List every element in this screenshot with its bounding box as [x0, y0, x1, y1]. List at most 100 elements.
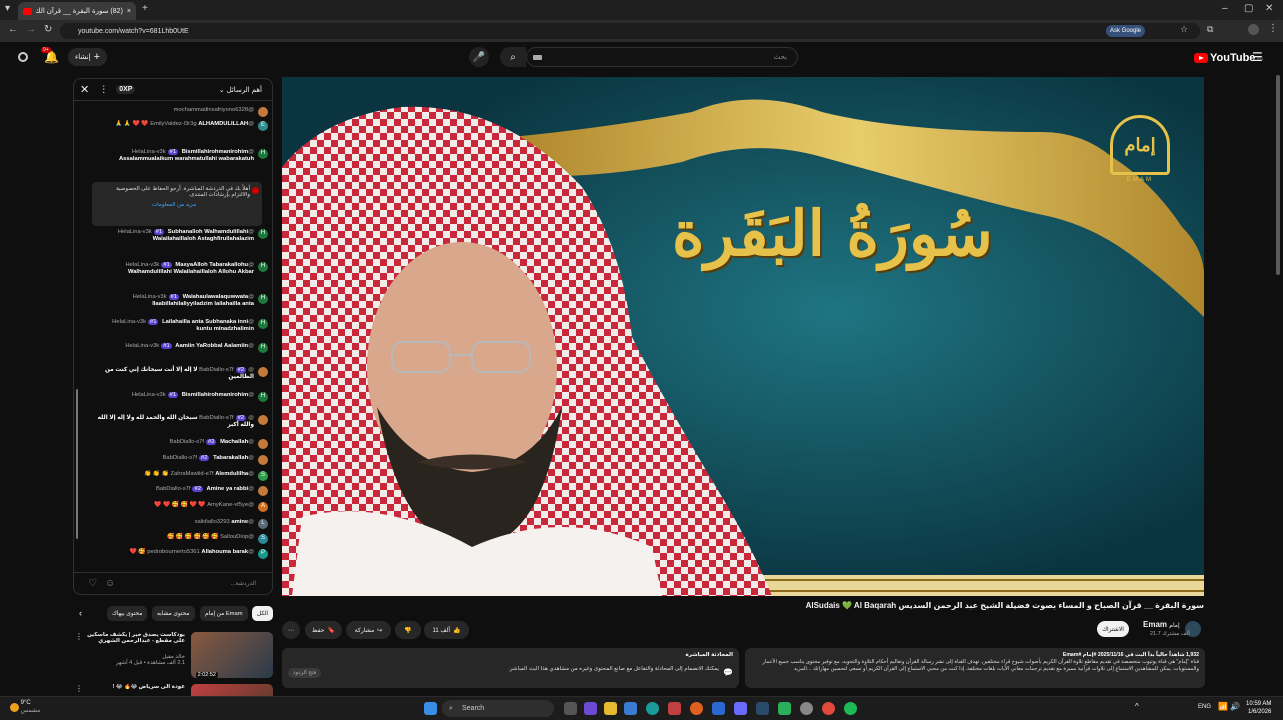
clock-date: 1/6/2026 [1248, 709, 1272, 716]
related-title: بودكاست يصدق خير | يكشف ماسكين على مقطع … [87, 632, 185, 644]
related-video[interactable]: 2:02:52 بودكاست يصدق خير | يكشف ماسكين ع… [75, 632, 273, 680]
avatar[interactable] [258, 486, 268, 496]
chat-scrollbar[interactable] [76, 389, 78, 539]
volume-icon[interactable]: 🔊 [1230, 702, 1240, 711]
save-button[interactable]: حفظ 🔖 [305, 621, 342, 639]
description-box[interactable]: 1,932 شاهداً حالياً بدأ البث في 2025/11/… [745, 648, 1205, 688]
browser-tab[interactable]: (82) سورة البقرة __ قرآن الك... × [18, 2, 136, 20]
tab-search-icon[interactable]: ▾ [5, 3, 10, 14]
video-duration: 2:02:52 [195, 672, 218, 678]
share-icon: ↪ [377, 627, 383, 634]
avatar[interactable]: L [258, 519, 268, 529]
more-actions-button[interactable]: ⋯ [282, 621, 300, 639]
app-icon[interactable] [668, 702, 681, 715]
avatar[interactable]: H [258, 262, 268, 272]
chevron-left-icon[interactable]: ‹ [79, 608, 82, 618]
app-icon[interactable] [778, 702, 791, 715]
chat-input[interactable]: الدردشة... [231, 580, 256, 587]
page-scrollbar[interactable] [1276, 75, 1280, 275]
heart-icon[interactable]: ♡ [88, 578, 97, 589]
search-button[interactable]: ⌕ [500, 47, 526, 67]
new-tab-button[interactable]: + [142, 3, 148, 14]
voice-search-icon[interactable]: 🎤 [469, 47, 489, 67]
steam-icon[interactable] [756, 702, 769, 715]
video-thumbnail[interactable] [191, 684, 273, 696]
avatar[interactable]: A [258, 502, 268, 512]
star-icon[interactable]: ☆ [1180, 24, 1188, 35]
wifi-icon[interactable]: 📶 [1218, 702, 1228, 711]
avatar[interactable] [18, 52, 28, 62]
close-window-button[interactable]: ✕ [1265, 3, 1273, 14]
store-icon[interactable] [624, 702, 637, 715]
avatar[interactable]: E [258, 121, 268, 131]
widgets-icon[interactable] [584, 702, 597, 715]
notice-link[interactable]: مزيد من المعلومات [98, 202, 250, 208]
minimize-button[interactable]: – [1222, 3, 1228, 14]
related-menu-icon[interactable]: ⋮ [75, 684, 83, 693]
chat-mode-dropdown[interactable]: أهم الرسائل ⌄ [219, 86, 262, 94]
profile-icon[interactable] [1248, 24, 1259, 35]
points-badge[interactable]: 0XP [116, 85, 136, 94]
forward-icon[interactable]: → [26, 24, 36, 35]
avatar[interactable] [258, 455, 268, 465]
tray-chevron-icon[interactable]: ^ [1135, 702, 1139, 711]
chat-menu-icon[interactable]: ⋮ [99, 84, 108, 95]
avatar[interactable] [258, 415, 268, 425]
vpn-icon[interactable] [712, 702, 725, 715]
search-input[interactable]: بحث [526, 47, 798, 67]
avatar[interactable]: P [258, 549, 268, 559]
avatar[interactable]: H [258, 392, 268, 402]
avatar[interactable] [258, 439, 268, 449]
windows-start-icon[interactable] [424, 702, 437, 715]
avatar[interactable]: H [258, 319, 268, 329]
related-video[interactable]: عودة الى سرياض 😂🔥 😂 ! ⋮ [75, 684, 273, 696]
back-icon[interactable]: ← [8, 24, 18, 35]
url-input[interactable]: youtube.com/watch?v=681Lhb0UtE [60, 23, 1200, 39]
terminal-icon[interactable] [734, 702, 747, 715]
create-button[interactable]: إنشاء + [68, 48, 107, 66]
chip-all[interactable]: الكل [252, 606, 273, 621]
chrome-icon[interactable] [822, 702, 835, 715]
open-replies-button[interactable]: فتح الردود [288, 668, 322, 678]
weather-widget[interactable]: 9°C مشمس [10, 700, 40, 716]
avatar[interactable]: H [258, 149, 268, 159]
avatar[interactable]: S [258, 471, 268, 481]
system-clock[interactable]: 10:59 AM 1/6/2026 [1246, 700, 1271, 717]
chip-similar-music[interactable]: محتوى بيهاك [107, 606, 148, 621]
chip-from-channel[interactable]: من إمام Emam [200, 606, 248, 621]
chat-author[interactable]: @AmyKane-vf5ye [207, 502, 254, 508]
edge-icon[interactable] [646, 702, 659, 715]
tab-close-icon[interactable]: × [127, 8, 131, 15]
task-view-icon[interactable] [564, 702, 577, 715]
like-button[interactable]: 11 ألف 👍 [424, 621, 469, 639]
keyboard-icon[interactable] [533, 55, 542, 60]
avatar[interactable]: H [258, 343, 268, 353]
chat-author[interactable]: @SallouDiop [220, 534, 254, 540]
avatar[interactable]: S [258, 534, 268, 544]
firefox-icon[interactable] [690, 702, 703, 715]
logo-text: YouTube [1210, 52, 1256, 64]
taskbar-search[interactable]: ⌕ Search [442, 700, 554, 717]
extensions-icon[interactable]: ⧉ [1207, 24, 1213, 35]
reload-icon[interactable]: ↻ [44, 24, 52, 35]
language-indicator[interactable]: ENG [1198, 704, 1211, 710]
emoji-icon[interactable]: ☺ [105, 578, 115, 589]
menu-icon[interactable]: ⋮ [1268, 23, 1278, 34]
spotify-icon[interactable] [844, 702, 857, 715]
video-player[interactable]: سُورَةُ البَقَرة إمام EMAM [282, 77, 1204, 596]
share-button[interactable]: مشاركة ↪ [346, 621, 391, 639]
ask-google-button[interactable]: Ask Google [1106, 25, 1146, 37]
maximize-button[interactable]: ▢ [1244, 3, 1253, 14]
hamburger-menu-icon[interactable]: ☰ [1252, 50, 1263, 64]
close-chat-icon[interactable]: ✕ [80, 83, 89, 96]
avatar[interactable] [258, 367, 268, 377]
subscribe-button[interactable]: الاشتراك [1097, 621, 1129, 637]
file-explorer-icon[interactable] [604, 702, 617, 715]
dislike-button[interactable]: 👎 [395, 621, 421, 639]
related-menu-icon[interactable]: ⋮ [75, 632, 83, 641]
avatar[interactable]: H [258, 229, 268, 239]
channel-name[interactable]: Emam إمام [1143, 620, 1180, 629]
settings-icon[interactable] [800, 702, 813, 715]
avatar[interactable]: H [258, 294, 268, 304]
chip-similar[interactable]: محتوى مشابه [152, 606, 195, 621]
